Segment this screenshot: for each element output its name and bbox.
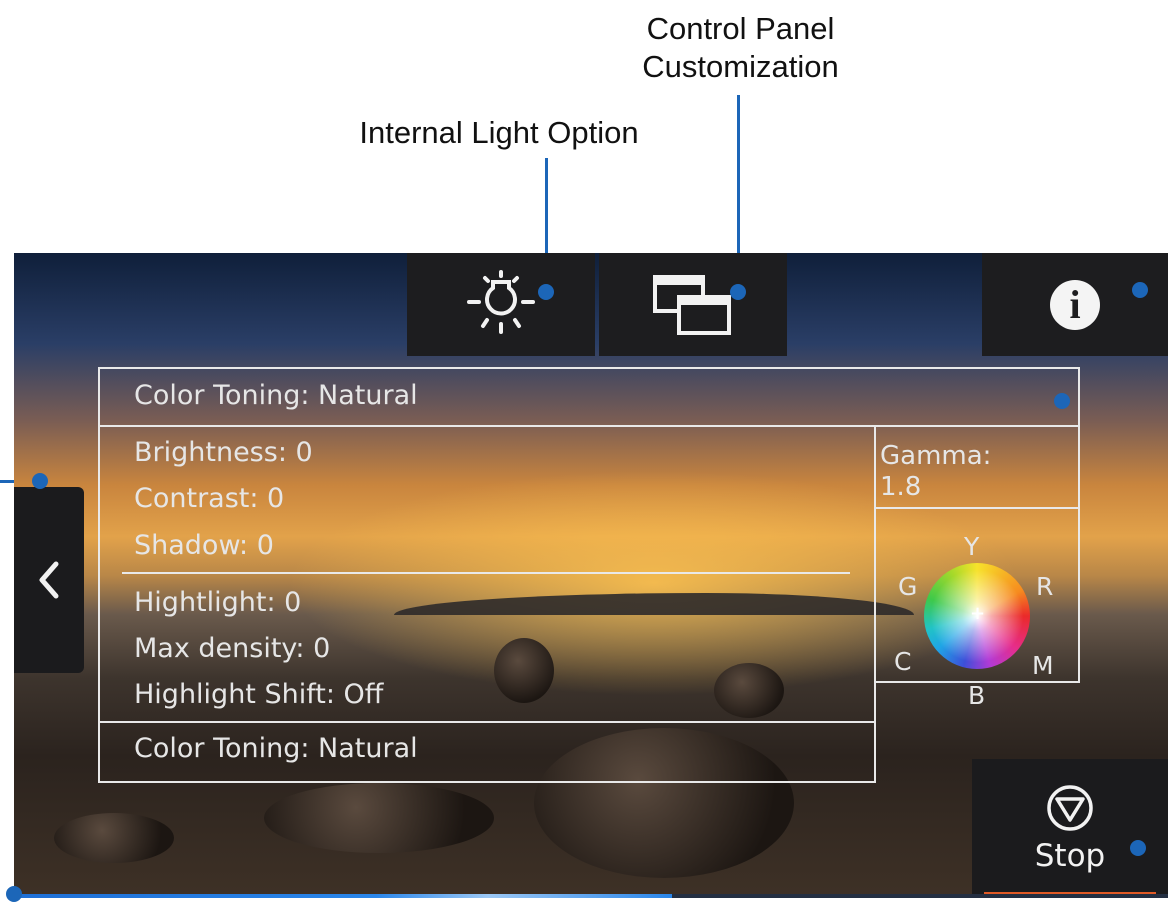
callout-dot-customization (730, 284, 746, 300)
internal-light-option-label: Internal Light Option (359, 115, 639, 150)
internal-light-button[interactable] (407, 253, 595, 356)
shadow-value: Shadow: 0 (134, 530, 274, 561)
background-rock (54, 813, 174, 863)
callout-dot-progress (6, 886, 22, 902)
lightbulb-icon (467, 269, 535, 334)
stop-label: Stop (1034, 837, 1106, 874)
callout-dot-back (32, 473, 48, 489)
shadow-divider (122, 572, 850, 574)
wheel-label-b: B (968, 681, 986, 710)
gamma-value: 1.8 (880, 472, 922, 502)
color-toning-bottom: Color Toning: Natural (134, 733, 418, 764)
callout-dot-light (538, 284, 554, 300)
wheel-label-c: C (894, 647, 912, 676)
callout-dot-stop (1130, 840, 1146, 856)
callout-dot-panel (1054, 393, 1070, 409)
wheel-label-r: R (1036, 572, 1054, 601)
brightness-value: Brightness: 0 (134, 437, 313, 468)
wheel-label-g: G (898, 572, 918, 601)
highlight-value: Hightlight: 0 (134, 587, 302, 618)
callout-dot-info (1132, 282, 1148, 298)
contrast-value: Contrast: 0 (134, 483, 285, 514)
progress-bar (14, 894, 1168, 898)
wheel-label-m: M (1032, 651, 1054, 680)
control-panel-customization-label: Control Panel Customization (642, 11, 839, 84)
control-panel-customization-button[interactable] (599, 253, 787, 356)
background-rock (264, 783, 494, 853)
chevron-left-icon (39, 561, 59, 599)
max-density-value: Max density: 0 (134, 633, 331, 664)
printer-screen: i Color Toning: Natural Brightness: 0 Co… (14, 253, 1168, 898)
info-icon: i (1050, 279, 1100, 330)
stop-button[interactable]: Stop (972, 759, 1168, 898)
stop-triangle-icon (1047, 784, 1093, 831)
color-toning-top: Color Toning: Natural (134, 380, 418, 411)
info-button[interactable]: i (982, 253, 1168, 356)
progress-bar-fill (14, 894, 672, 898)
wheel-label-y: Y (964, 532, 980, 561)
control-panel-customization-callout: Control Panel Customization (613, 10, 868, 86)
internal-light-option-callout: Internal Light Option (320, 114, 678, 152)
panel-bottom-divider (98, 721, 876, 723)
back-button[interactable] (14, 487, 84, 673)
color-wheel-center-cross: + (970, 603, 986, 624)
highlight-shift-value: Highlight Shift: Off (134, 679, 384, 710)
print-settings-panel[interactable]: Color Toning: Natural Brightness: 0 Cont… (98, 367, 1080, 783)
windows-icon (653, 274, 731, 335)
